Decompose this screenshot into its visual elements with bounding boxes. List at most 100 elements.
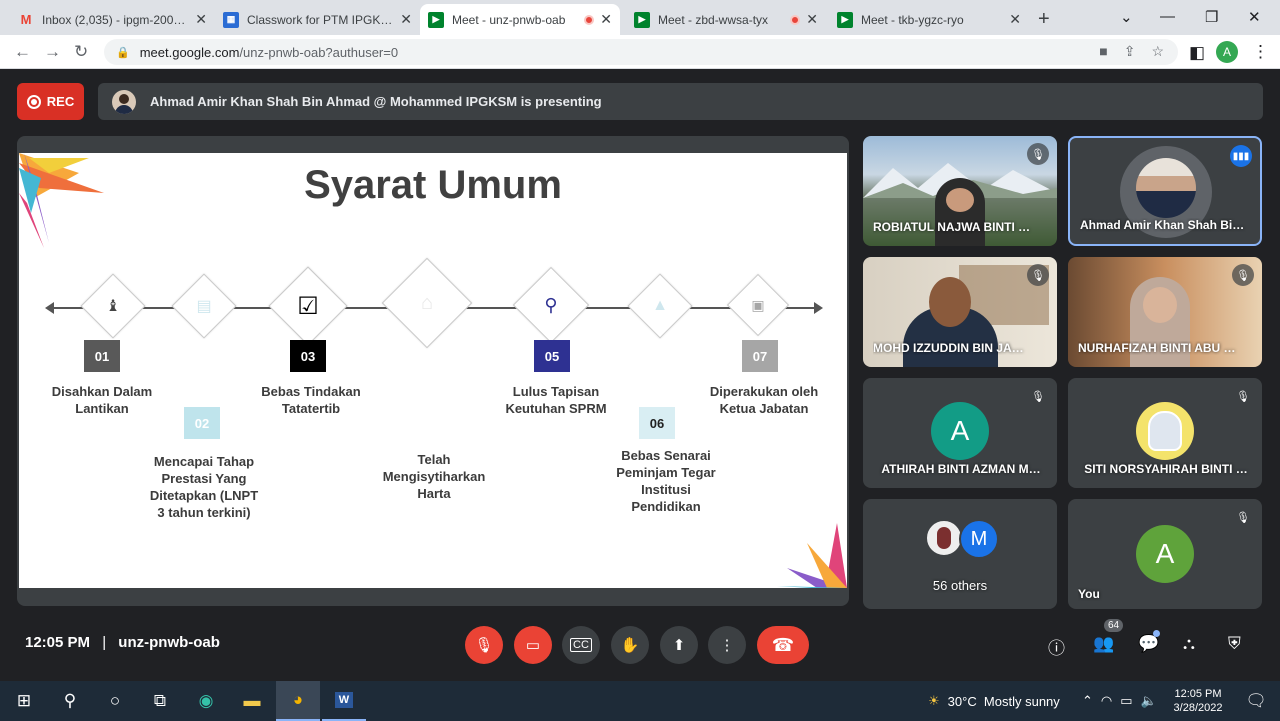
reload-icon[interactable]: ↻ bbox=[74, 42, 88, 62]
tab-meet-2[interactable]: ▶ Meet - zbd-wwsa-tyx ✕ bbox=[626, 4, 826, 35]
camera-in-use-icon[interactable]: ■ bbox=[1099, 43, 1107, 60]
weather-widget[interactable]: ☀ 30°C Mostly sunny bbox=[928, 681, 1060, 721]
tab-title: Classwork for PTM IPGKSM. … bbox=[247, 12, 394, 27]
close-window-icon[interactable]: ✕ bbox=[1248, 8, 1261, 26]
step-5-number: 05 bbox=[534, 340, 570, 372]
self-tile[interactable]: A 🎙 You bbox=[1068, 499, 1262, 609]
arrow-left-icon bbox=[45, 302, 54, 314]
tray-chevron-icon[interactable]: ⌃ bbox=[1082, 693, 1093, 709]
tab-search-icon[interactable]: ⌄ bbox=[1120, 8, 1133, 26]
cortana-button[interactable]: ○ bbox=[93, 681, 137, 721]
meet-window: REC Ahmad Amir Khan Shah Bin Ahmad @ Moh… bbox=[0, 69, 1280, 681]
people-icon[interactable]: 👥 bbox=[1093, 634, 1114, 654]
close-tab-icon[interactable]: ✕ bbox=[806, 11, 818, 28]
participant-tile[interactable]: 🎙 SITI NORSYAHIRAH BINTI … bbox=[1068, 378, 1262, 488]
meeting-info: 12:05 PM | unz-pnwb-oab bbox=[25, 634, 220, 651]
meeting-details-icon[interactable]: ⓘ bbox=[1048, 634, 1065, 659]
recording-indicator[interactable]: REC bbox=[17, 83, 84, 120]
step-1-number: 01 bbox=[84, 340, 120, 372]
start-button[interactable]: ⊞ bbox=[2, 681, 46, 721]
participant-tile[interactable]: 🎙 MOHD IZZUDDIN BIN JA… bbox=[863, 257, 1057, 367]
activities-icon[interactable]: ⛬ bbox=[1183, 634, 1195, 654]
folder-icon: ▬ bbox=[243, 691, 261, 710]
file-explorer-button[interactable]: ▬ bbox=[230, 681, 274, 721]
cortana-icon: ○ bbox=[109, 691, 121, 710]
chat-notification-dot bbox=[1153, 630, 1160, 637]
profile-avatar[interactable]: A bbox=[1216, 41, 1238, 63]
camera-toggle-button[interactable]: ▭ bbox=[514, 626, 552, 664]
more-options-button[interactable]: ⋮ bbox=[708, 626, 746, 664]
mic-off-icon: 🎙 bbox=[1027, 264, 1049, 286]
edge-button[interactable]: ◉ bbox=[184, 681, 228, 721]
present-screen-icon: ⬆ bbox=[672, 637, 686, 654]
close-tab-icon[interactable]: ✕ bbox=[400, 11, 412, 28]
forward-icon[interactable]: → bbox=[44, 42, 61, 62]
new-tab-icon[interactable]: + bbox=[1038, 8, 1050, 31]
url-field[interactable]: 🔒 meet.google.com/unz-pnwb-oab?authuser=… bbox=[104, 39, 1178, 65]
people-count-badge: 64 bbox=[1104, 619, 1124, 632]
host-controls-icon[interactable]: ⛨ bbox=[1228, 634, 1241, 654]
meeting-code[interactable]: unz-pnwb-oab bbox=[118, 634, 220, 651]
participant-tile[interactable]: 🎙 NURHAFIZAH BINTI ABU … bbox=[1068, 257, 1262, 367]
briefcase-icon: ▣ bbox=[751, 296, 765, 313]
raise-hand-button[interactable]: ✋ bbox=[611, 626, 649, 664]
magnifier-icon: ⚲ bbox=[544, 294, 558, 315]
search-button[interactable]: ⚲ bbox=[48, 681, 92, 721]
participant-tile-speaking[interactable]: ▮▮▮ Ahmad Amir Khan Shah Bi… bbox=[1068, 136, 1262, 246]
search-icon: ⚲ bbox=[63, 691, 77, 710]
present-button[interactable]: ⬆ bbox=[660, 626, 698, 664]
house-icon: ⌂ bbox=[420, 291, 434, 314]
step-6-label: Bebas Senarai Peminjam Tegar Institusi P… bbox=[616, 448, 716, 514]
close-tab-icon[interactable]: ✕ bbox=[1009, 11, 1021, 28]
minimize-icon[interactable]: — bbox=[1160, 8, 1175, 25]
back-icon[interactable]: ← bbox=[14, 42, 31, 62]
arrow-right-icon bbox=[814, 302, 823, 314]
decorative-burst-bottom-right bbox=[777, 523, 847, 588]
sun-icon: ☀ bbox=[928, 693, 940, 708]
windows-taskbar: ⊞ ⚲ ○ ⧉ ◉ ▬ ◕ W ☀ 30°C Mostly sunny ⌃ ◠ … bbox=[0, 681, 1280, 721]
close-tab-icon[interactable]: ✕ bbox=[195, 11, 207, 28]
participant-tile[interactable]: A 🎙 ATHIRAH BINTI AZMAN M… bbox=[863, 378, 1057, 488]
mic-toggle-button[interactable]: 🎙 bbox=[465, 626, 503, 664]
record-icon bbox=[26, 94, 41, 109]
participant-face bbox=[946, 188, 974, 212]
tab-meet-3[interactable]: ▶ Meet - tkb-ygzc-ryo ✕ bbox=[829, 4, 1029, 35]
camera-off-icon: ▭ bbox=[525, 637, 541, 654]
clock-date: 3/28/2022 bbox=[1173, 702, 1223, 714]
participant-avatar: A bbox=[1136, 525, 1194, 583]
checkbox-icon: ☑ bbox=[297, 292, 319, 320]
close-tab-icon[interactable]: ✕ bbox=[600, 11, 612, 28]
restore-icon[interactable]: ❐ bbox=[1205, 8, 1218, 26]
task-view-button[interactable]: ⧉ bbox=[138, 681, 182, 721]
rec-label: REC bbox=[46, 94, 75, 109]
network-icon[interactable]: ▭ bbox=[1120, 693, 1132, 709]
presenter-avatar bbox=[112, 89, 136, 114]
url-host: meet.google.com bbox=[139, 44, 240, 60]
bookmark-star-icon[interactable]: ☆ bbox=[1151, 43, 1164, 60]
notification-icon: 🗨 bbox=[1245, 691, 1267, 710]
volume-icon[interactable]: 🔈 bbox=[1141, 693, 1157, 709]
participant-name: SITI NORSYAHIRAH BINTI … bbox=[1084, 462, 1248, 476]
participant-avatar bbox=[1136, 158, 1196, 218]
step-3-number: 03 bbox=[290, 340, 326, 372]
tab-meet-active[interactable]: ▶ Meet - unz-pnwb-oab ✕ bbox=[420, 4, 620, 35]
slide: Syarat Umum ♝ ▤ ☑ ⌂ ⚲ ▲ ▣ 01 02 03 05 06… bbox=[19, 153, 847, 588]
chrome-button[interactable]: ◕ bbox=[276, 681, 320, 721]
notifications-button[interactable]: 🗨 bbox=[1234, 681, 1278, 721]
leave-call-button[interactable]: ☎ bbox=[757, 626, 809, 664]
tab-classroom[interactable]: ▦ Classwork for PTM IPGKSM. … ✕ bbox=[215, 4, 420, 35]
more-vert-icon: ⋮ bbox=[719, 637, 735, 654]
browser-menu-icon[interactable]: ⋮ bbox=[1252, 42, 1269, 62]
others-tile[interactable]: M 56 others bbox=[863, 499, 1057, 609]
chat-icon[interactable]: 💬 bbox=[1138, 634, 1159, 654]
clock[interactable]: 12:05 PM 3/28/2022 bbox=[1170, 681, 1226, 721]
wifi-icon[interactable]: ◠ bbox=[1101, 693, 1112, 709]
tab-gmail[interactable]: M Inbox (2,035) - ipgm-2009@… ✕ bbox=[10, 4, 215, 35]
share-icon[interactable]: ⇪ bbox=[1124, 43, 1136, 60]
captions-button[interactable]: CC bbox=[562, 626, 600, 664]
participant-tile[interactable]: 🎙 ROBIATUL NAJWA BINTI … bbox=[863, 136, 1057, 246]
edge-icon: ◉ bbox=[198, 691, 214, 710]
meeting-info-separator: | bbox=[102, 634, 107, 651]
word-button[interactable]: W bbox=[322, 681, 366, 721]
side-panel-icon[interactable]: ◧ bbox=[1189, 43, 1205, 63]
